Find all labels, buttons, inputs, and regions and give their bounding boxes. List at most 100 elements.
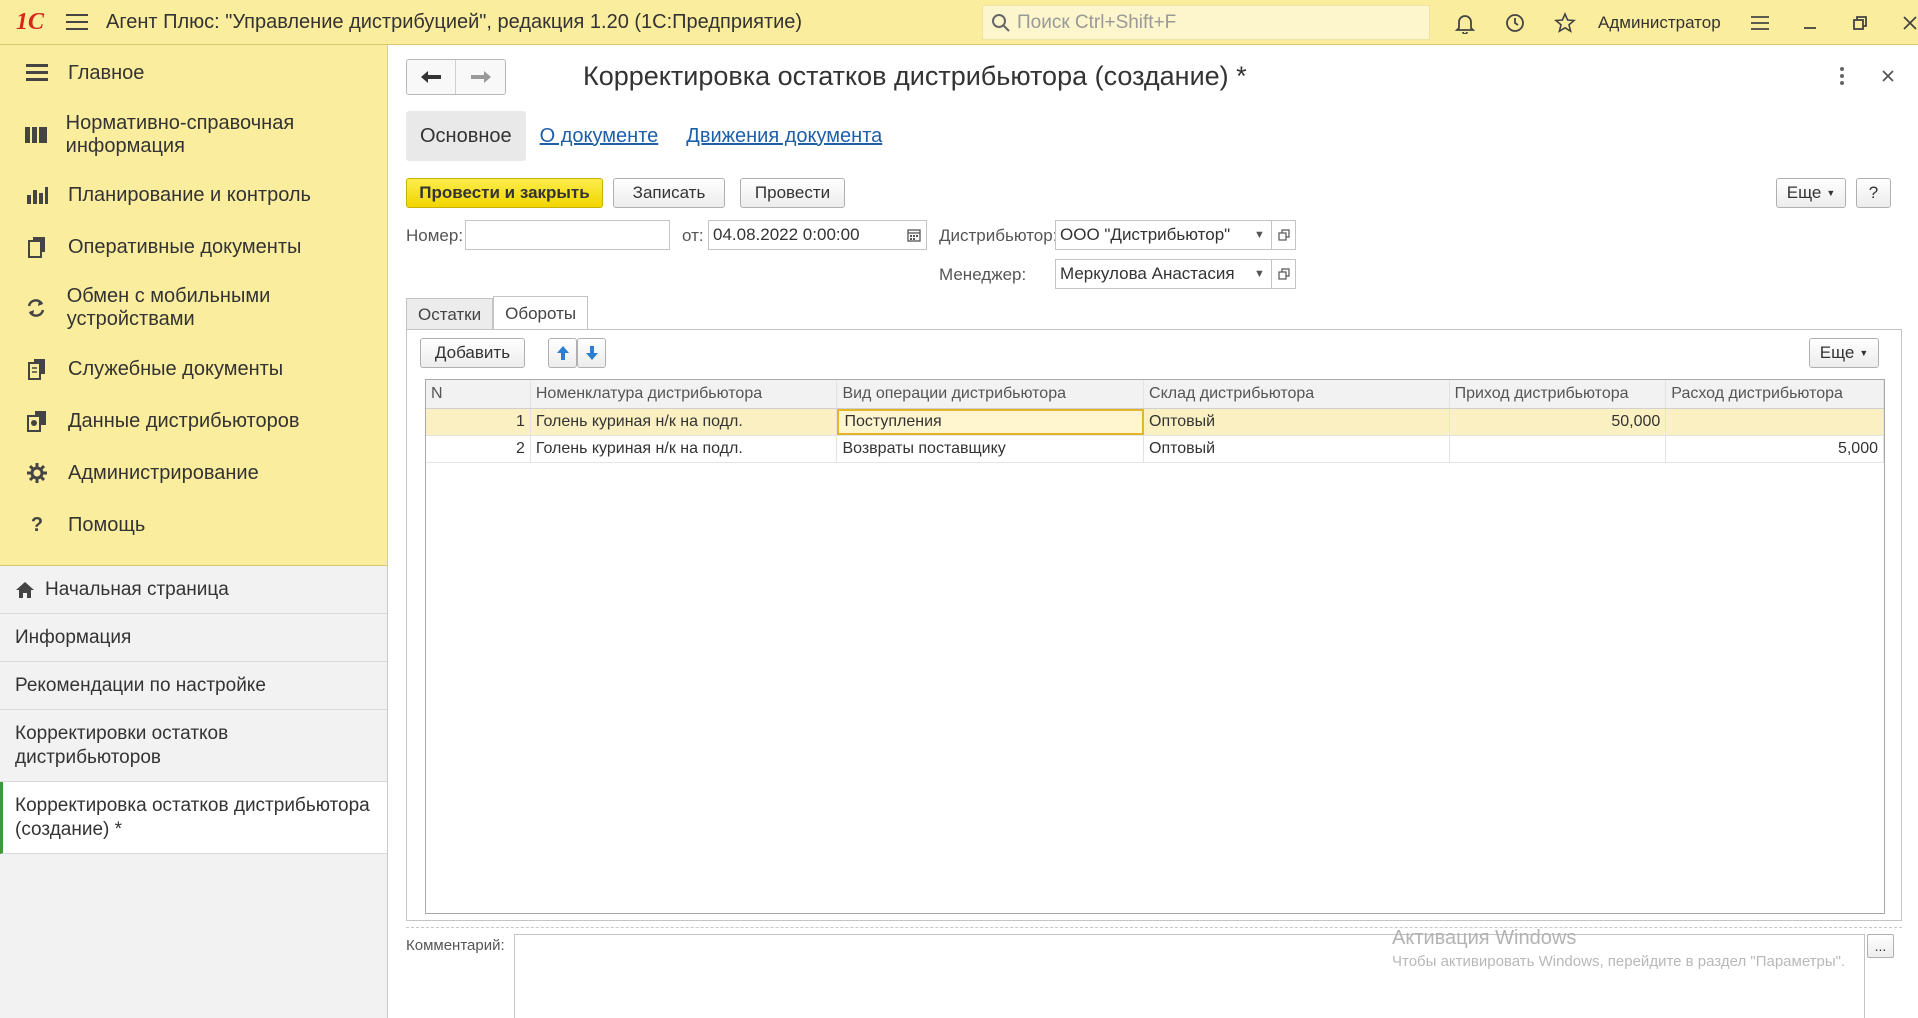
section-label: Администрирование [68,461,259,484]
section-operational-docs[interactable]: Оперативные документы [0,221,387,273]
nav-label: Корректировка остатков дистрибьютора (со… [15,794,370,840]
minimize-icon[interactable] [1785,0,1835,45]
user-name[interactable]: Администратор [1598,13,1721,33]
col-item[interactable]: Номенклатура дистрибьютора [531,380,838,408]
section-label: Оперативные документы [68,235,302,258]
nav-label: Информация [15,626,132,648]
tab-main[interactable]: Основное [406,111,526,161]
move-down-button[interactable] [577,338,606,368]
service-docs-icon [24,356,50,382]
cell-income[interactable]: 50,000 [1450,409,1667,435]
cell-item[interactable]: Голень куриная н/к на подл. [531,409,838,435]
open-windows-panel: Начальная страница Информация Рекомендац… [0,566,387,1018]
section-help[interactable]: ? Помощь [0,499,387,551]
star-icon[interactable] [1540,0,1590,45]
section-main[interactable]: Главное [0,45,387,101]
add-row-button[interactable]: Добавить [420,338,525,368]
nav-setup-recommendations[interactable]: Рекомендации по настройке [0,662,387,710]
table-row[interactable]: 2 Голень куриная н/к на подл. Возвраты п… [426,436,1884,463]
save-button[interactable]: Записать [613,178,725,208]
nav-information[interactable]: Информация [0,614,387,662]
move-up-button[interactable] [548,338,577,368]
help-icon: ? [30,513,44,536]
comment-field[interactable] [514,934,1865,1018]
documents-icon [24,234,50,260]
section-service-docs[interactable]: Служебные документы [0,343,387,395]
nav-label: Рекомендации по настройке [15,674,266,696]
col-operation[interactable]: Вид операции дистрибьютора [837,380,1145,408]
main-menu-icon[interactable] [60,0,94,45]
sections-panel: Главное Нормативно-справочная информация… [0,45,387,566]
col-warehouse[interactable]: Склад дистрибьютора [1144,380,1450,408]
number-field[interactable] [465,220,670,250]
nav-balance-corrections[interactable]: Корректировки остатков дистрибьюторов [0,710,387,782]
section-mobile-exchange[interactable]: Обмен с мобильными устройствами [0,273,387,343]
search-input[interactable]: Поиск Ctrl+Shift+F [982,5,1430,40]
cell-item[interactable]: Голень куриная н/к на подл. [531,436,838,462]
tab-about-document[interactable]: О документе [526,111,673,161]
restore-icon[interactable] [1835,0,1885,45]
arrow-right-icon [470,71,491,83]
table-more-button[interactable]: Еще ▼ [1809,338,1879,368]
close-app-icon[interactable] [1885,0,1918,45]
tab-turnovers[interactable]: Обороты [493,296,589,330]
arrow-left-icon [421,71,441,83]
number-label: Номер: [406,226,464,245]
cell-expense[interactable]: 5,000 [1666,436,1884,462]
post-button[interactable]: Провести [740,178,845,208]
settings-menu-icon[interactable] [1735,0,1785,45]
tab-balances[interactable]: Остатки [406,298,494,330]
cell-expense[interactable] [1666,409,1884,435]
more-label: Еще [1819,343,1855,362]
section-label: Нормативно-справочная информация [65,112,295,157]
col-expense[interactable]: Расход дистрибьютора [1666,380,1884,408]
manager-open-icon[interactable] [1272,259,1296,289]
history-icon[interactable] [1490,0,1540,45]
top-bar: 1С Агент Плюс: "Управление дистрибуцией"… [0,0,1918,45]
section-label: Помощь [68,513,146,536]
calendar-icon[interactable] [902,220,927,250]
section-distributor-data[interactable]: Данные дистрибьюторов [0,395,387,447]
forward-button[interactable] [456,60,505,94]
help-button[interactable]: ? [1856,178,1891,208]
arrow-down-icon [585,346,598,360]
distributor-dropdown-icon[interactable]: ▼ [1248,220,1272,250]
post-and-close-button[interactable]: Провести и закрыть [406,178,603,208]
comment-expand-button[interactable]: ... [1867,934,1894,958]
nav-current-document[interactable]: Корректировка остатков дистрибьютора (со… [0,782,387,854]
cell-operation[interactable]: Возвраты поставщику [837,436,1145,462]
tab-document-movements[interactable]: Движения документа [672,111,896,161]
section-label: Данные дистрибьюторов [68,409,300,432]
table-row[interactable]: 1 Голень куриная н/к на подл. Поступлени… [426,409,1884,436]
bell-icon[interactable] [1440,0,1490,45]
menu-lines-icon [24,60,50,86]
cell-income[interactable] [1450,436,1667,462]
manager-label: Менеджер: [939,265,1027,284]
back-button[interactable] [407,60,456,94]
arrow-up-icon [556,346,569,360]
section-reference[interactable]: Нормативно-справочная информация [0,101,387,169]
distributor-field[interactable]: ООО "Дистрибьютор" [1055,220,1249,250]
more-button[interactable]: Еще ▼ [1776,178,1846,208]
history-nav [406,59,506,95]
manager-dropdown-icon[interactable]: ▼ [1248,259,1272,289]
cell-operation[interactable]: Поступления [837,409,1145,435]
date-field[interactable]: 04.08.2022 0:00:00 [708,220,903,250]
col-n[interactable]: N [426,380,531,408]
cell-warehouse[interactable]: Оптовый [1144,409,1450,435]
manager-field[interactable]: Меркулова Анастасия [1055,259,1249,289]
close-form-icon[interactable] [1873,61,1903,91]
comment-separator [406,927,1902,928]
nav-home[interactable]: Начальная страница [0,566,387,614]
home-icon [16,581,34,598]
turnovers-table: N Номенклатура дистрибьютора Вид операци… [425,379,1885,914]
col-income[interactable]: Приход дистрибьютора [1450,380,1667,408]
section-planning[interactable]: Планирование и контроль [0,169,387,221]
section-administration[interactable]: Администрирование [0,447,387,499]
cell-warehouse[interactable]: Оптовый [1144,436,1450,462]
catalog-icon [24,122,48,148]
bar-chart-icon [24,182,50,208]
more-actions-icon[interactable] [1827,61,1857,91]
distributor-open-icon[interactable] [1272,220,1296,250]
section-label: Служебные документы [68,357,284,380]
